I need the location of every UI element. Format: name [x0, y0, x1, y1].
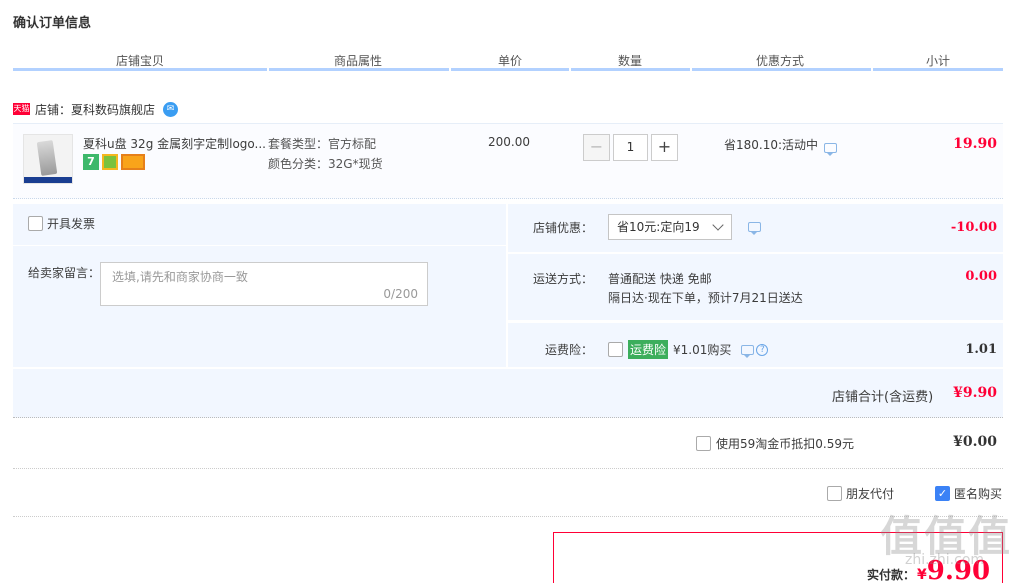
tmall-badge-icon: 天猫: [13, 103, 30, 115]
sku-color: 颜色分类：32G*现货: [268, 157, 383, 171]
help-icon[interactable]: ?: [756, 343, 769, 356]
col-header-subtotal: 小计: [925, 54, 950, 68]
shop-total-value: ¥9.90: [953, 385, 997, 401]
message-label: 给卖家留言：: [28, 266, 101, 280]
promotion: 省180.10:活动中: [724, 136, 838, 156]
invoice-label: 开具发票: [47, 217, 96, 231]
header-divider: [269, 68, 449, 71]
discount-comment-icon[interactable]: [748, 222, 761, 235]
message-char-count: 0/200: [383, 287, 418, 301]
friend-pay-label: 朋友代付: [846, 487, 895, 501]
watermark-text: zhi.zhi.com: [905, 552, 985, 568]
quantity-stepper: − 1 +: [583, 134, 678, 161]
divider: [13, 468, 1003, 469]
taobao-coins-checkbox[interactable]: [696, 436, 711, 451]
item-subtotal: 19.90: [953, 136, 997, 152]
insurance-label: 运费险：: [545, 343, 594, 357]
service-badges: 7: [83, 154, 145, 170]
taobao-coins-value: ¥0.00: [953, 434, 997, 450]
shop-header: 天猫 店铺：夏科数码旗舰店 ✉: [13, 100, 179, 118]
shipping-label: 运送方式：: [533, 272, 594, 286]
invoice-checkbox[interactable]: [28, 216, 43, 231]
product-title-link[interactable]: 夏科u盘 32g 金属刻字定制logo...: [83, 135, 266, 152]
product-thumbnail[interactable]: [23, 134, 73, 184]
shop-total-label: 店铺合计(含运费): [832, 390, 934, 405]
shop-name-link[interactable]: 店铺：夏科数码旗舰店: [35, 101, 155, 118]
header-divider: [451, 68, 569, 71]
quantity-input[interactable]: 1: [613, 134, 648, 161]
promo-comment-icon[interactable]: [824, 142, 838, 156]
wangwang-chat-icon[interactable]: ✉: [163, 101, 179, 117]
actual-payment-label: 实付款：: [867, 568, 916, 582]
usb-drive-image: [36, 140, 58, 176]
friend-pay-checkbox[interactable]: [827, 486, 842, 501]
unit-price: 200.00: [488, 135, 530, 149]
credit-card-icon[interactable]: [121, 154, 145, 170]
taobao-coins-label: 使用59淘金币抵扣0.59元: [716, 437, 854, 451]
anonymous-buy-option[interactable]: ✓ 匿名购买: [935, 485, 1002, 502]
insurance-price: ¥1.01购买: [673, 343, 732, 357]
divider: [13, 516, 1003, 517]
guarantee-icon[interactable]: [102, 154, 118, 170]
shop-discount-selected: 省10元:定向19: [617, 220, 700, 234]
anonymous-buy-checkbox[interactable]: ✓: [935, 486, 950, 501]
seven-day-return-icon[interactable]: 7: [83, 154, 99, 170]
shipping-eta: 隔日达·现在下单，预计7月21日送达: [608, 291, 803, 305]
sku-package: 套餐类型：官方标配: [268, 137, 377, 151]
actual-payment-currency: ¥: [917, 567, 927, 583]
shipping-value: 0.00: [965, 269, 997, 284]
invoice-option[interactable]: 开具发票: [28, 215, 95, 232]
promotion-text: 省180.10:活动中: [724, 138, 819, 152]
anonymous-buy-label: 匿名购买: [954, 487, 1003, 501]
chevron-down-icon: [712, 219, 724, 231]
page-title: 确认订单信息: [13, 16, 92, 31]
col-header-quantity: 数量: [617, 54, 642, 68]
message-placeholder: 选填,请先和商家协商一致: [112, 270, 248, 284]
shop-discount-value: -10.00: [950, 220, 997, 235]
insurance-tag: 运费险: [628, 340, 669, 359]
header-divider: [13, 68, 267, 71]
seller-message-input[interactable]: 选填,请先和商家协商一致 0/200: [100, 262, 428, 306]
quantity-increase-button[interactable]: +: [651, 134, 678, 161]
col-header-shop-item: 店铺宝贝: [115, 54, 164, 68]
insurance-value: 1.01: [965, 342, 997, 357]
header-divider: [692, 68, 871, 71]
friend-pay-option[interactable]: 朋友代付: [827, 485, 894, 502]
shipping-row: [508, 254, 1003, 320]
thumbnail-banner: [24, 177, 72, 183]
insurance-comment-icon[interactable]: [741, 344, 755, 358]
insurance-option[interactable]: 运费险 ¥1.01购买 ?: [608, 340, 769, 359]
shop-discount-select[interactable]: 省10元:定向19: [608, 214, 732, 240]
header-divider: [571, 68, 690, 71]
col-header-attributes: 商品属性: [333, 54, 382, 68]
col-header-discount: 优惠方式: [755, 54, 804, 68]
insurance-checkbox[interactable]: [608, 342, 623, 357]
header-divider: [873, 68, 1003, 71]
quantity-decrease-button[interactable]: −: [583, 134, 610, 161]
col-header-unit-price: 单价: [497, 54, 522, 68]
shipping-method: 普通配送 快递 免邮: [608, 272, 712, 286]
panel-divider: [13, 245, 506, 246]
shop-discount-label: 店铺优惠：: [533, 221, 594, 235]
taobao-coins-option[interactable]: 使用59淘金币抵扣0.59元: [696, 435, 854, 452]
